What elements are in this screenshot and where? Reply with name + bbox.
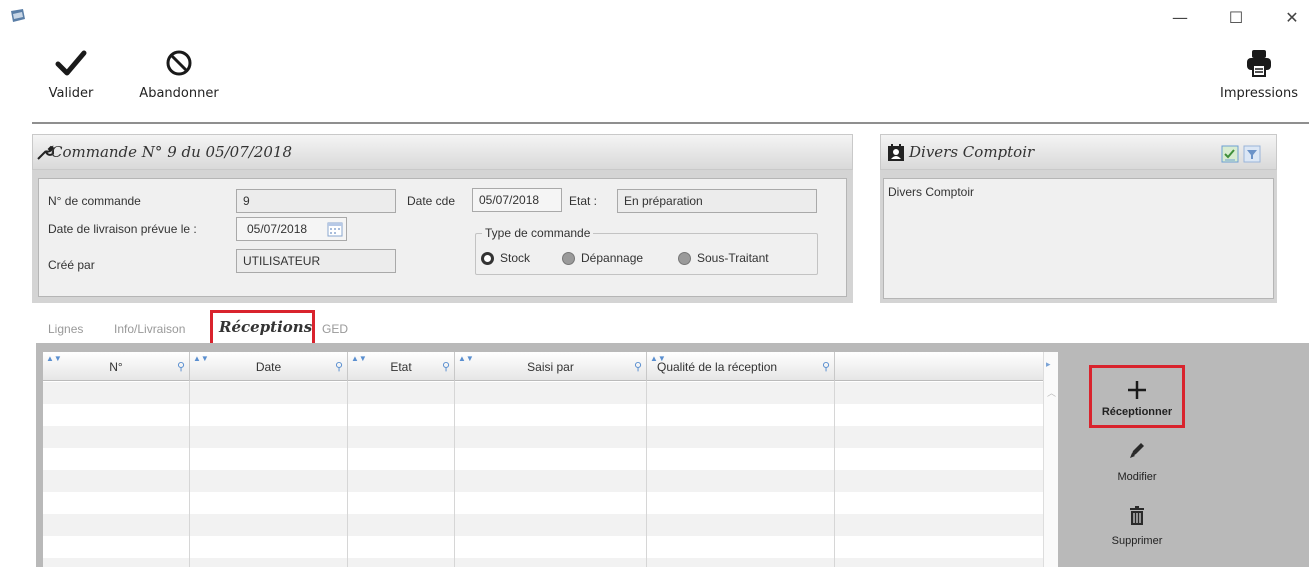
toolbar-separator: [32, 122, 1309, 124]
client-panel-header: Divers Comptoir: [880, 134, 1277, 170]
client-name-text: Divers Comptoir: [888, 185, 975, 199]
delivery-date-value: 05/07/2018: [247, 222, 308, 236]
search-icon[interactable]: ⚲: [335, 360, 343, 373]
order-number-field[interactable]: 9: [236, 189, 396, 213]
receptions-grid: ▲▼ N° ⚲ ▲▼ Date ⚲ ▲▼ Etat ⚲ ▲▼ Saisi par…: [43, 352, 1058, 567]
column-chooser-icon[interactable]: ▸: [1046, 360, 1051, 370]
column-divider: [347, 381, 348, 567]
etat-label: Etat :: [569, 194, 598, 208]
radio-stock[interactable]: Stock: [481, 251, 530, 265]
tab-info-livraison[interactable]: Info/Livraison: [114, 322, 185, 336]
radio-sous-traitant-label: Sous-Traitant: [697, 251, 769, 265]
search-icon[interactable]: ⚲: [442, 360, 450, 373]
order-number-label: N° de commande: [48, 194, 141, 208]
printer-icon: [1247, 50, 1271, 77]
search-icon[interactable]: ⚲: [634, 360, 642, 373]
table-row[interactable]: [43, 382, 1043, 404]
abandonner-label: Abandonner: [139, 86, 219, 101]
impressions-button[interactable]: Impressions: [1212, 48, 1306, 101]
column-divider: [454, 381, 455, 567]
table-row[interactable]: [43, 558, 1043, 567]
scroll-up-icon[interactable]: ︿: [1047, 386, 1056, 399]
delivery-date-field[interactable]: 05/07/2018: [236, 217, 347, 241]
created-by-label: Créé par: [48, 258, 95, 272]
checklist-icon[interactable]: [1221, 145, 1239, 163]
valider-button[interactable]: Valider: [46, 48, 96, 101]
calendar-icon[interactable]: [327, 221, 343, 237]
client-panel-title: Divers Comptoir: [909, 143, 1035, 161]
radio-unselected-icon: [678, 251, 691, 265]
column-divider: [189, 381, 190, 567]
column-divider: [834, 381, 835, 567]
column-header-date[interactable]: ▲▼ Date ⚲: [190, 352, 348, 381]
vertical-scrollbar[interactable]: ▸ ︿: [1043, 352, 1058, 567]
pencil-icon: [1130, 443, 1144, 458]
receptions-tab-highlight: [210, 310, 315, 347]
order-panel-header: Commande N° 9 du 05/07/2018: [32, 134, 853, 170]
abandonner-button[interactable]: Abandonner: [134, 48, 224, 101]
impressions-label: Impressions: [1220, 86, 1298, 101]
column-header-label: Etat: [390, 360, 412, 374]
minimize-button[interactable]: —: [1170, 8, 1190, 28]
column-header-label: Date: [255, 360, 282, 374]
client-panel-inner: Divers Comptoir: [883, 178, 1274, 299]
column-header-qualite[interactable]: ▲▼ Qualité de la réception ⚲: [647, 352, 835, 381]
trash-icon: [1130, 506, 1144, 525]
filter-icon[interactable]: [1243, 145, 1261, 163]
order-panel-title: Commande N° 9 du 05/07/2018: [51, 143, 292, 161]
order-type-group: Type de commande Stock Dépannage Sous-Tr…: [475, 226, 818, 275]
order-type-legend: Type de commande: [482, 226, 594, 240]
date-cde-field[interactable]: 05/07/2018: [472, 188, 562, 212]
table-row[interactable]: [43, 536, 1043, 558]
app-icon: [11, 9, 25, 22]
table-row[interactable]: [43, 470, 1043, 492]
table-row[interactable]: [43, 404, 1043, 426]
grid-header: ▲▼ N° ⚲ ▲▼ Date ⚲ ▲▼ Etat ⚲ ▲▼ Saisi par…: [43, 352, 1058, 381]
maximize-button[interactable]: ☐: [1226, 8, 1246, 28]
delivery-date-label: Date de livraison prévue le :: [48, 222, 197, 236]
search-icon[interactable]: ⚲: [822, 360, 830, 373]
supprimer-button[interactable]: Supprimer: [1092, 506, 1182, 547]
column-header-label: N°: [109, 360, 123, 374]
receptionner-highlight: [1089, 365, 1185, 428]
tab-ged[interactable]: GED: [322, 322, 348, 336]
column-header-numero[interactable]: ▲▼ N° ⚲: [43, 352, 190, 381]
radio-depannage[interactable]: Dépannage: [562, 251, 643, 265]
radio-depannage-label: Dépannage: [581, 251, 644, 265]
radio-sous-traitant[interactable]: Sous-Traitant: [678, 251, 769, 265]
radio-selected-icon: [481, 251, 494, 265]
search-icon[interactable]: ⚲: [177, 360, 185, 373]
table-row[interactable]: [43, 514, 1043, 536]
tab-lignes[interactable]: Lignes: [48, 322, 83, 336]
column-header-label: Saisi par: [527, 360, 574, 374]
radio-unselected-icon: [562, 251, 575, 265]
created-by-field[interactable]: UTILISATEUR: [236, 249, 396, 273]
contact-card-icon: [888, 144, 904, 161]
table-row[interactable]: [43, 448, 1043, 470]
valider-label: Valider: [48, 86, 94, 101]
table-row[interactable]: [43, 426, 1043, 448]
date-cde-label: Date cde: [407, 194, 456, 208]
column-header-etat[interactable]: ▲▼ Etat ⚲: [348, 352, 455, 381]
table-row[interactable]: [43, 492, 1043, 514]
modifier-label: Modifier: [1117, 471, 1157, 483]
checkmark-icon: [55, 50, 87, 76]
radio-stock-label: Stock: [500, 251, 531, 265]
modifier-button[interactable]: Modifier: [1092, 440, 1182, 483]
etat-field[interactable]: En préparation: [617, 189, 817, 213]
close-button[interactable]: ✕: [1282, 8, 1302, 28]
column-divider: [646, 381, 647, 567]
supprimer-label: Supprimer: [1111, 535, 1163, 547]
column-header-label: Qualité de la réception: [657, 360, 778, 374]
cancel-icon: [166, 50, 192, 76]
column-header-saisi-par[interactable]: ▲▼ Saisi par ⚲: [455, 352, 647, 381]
